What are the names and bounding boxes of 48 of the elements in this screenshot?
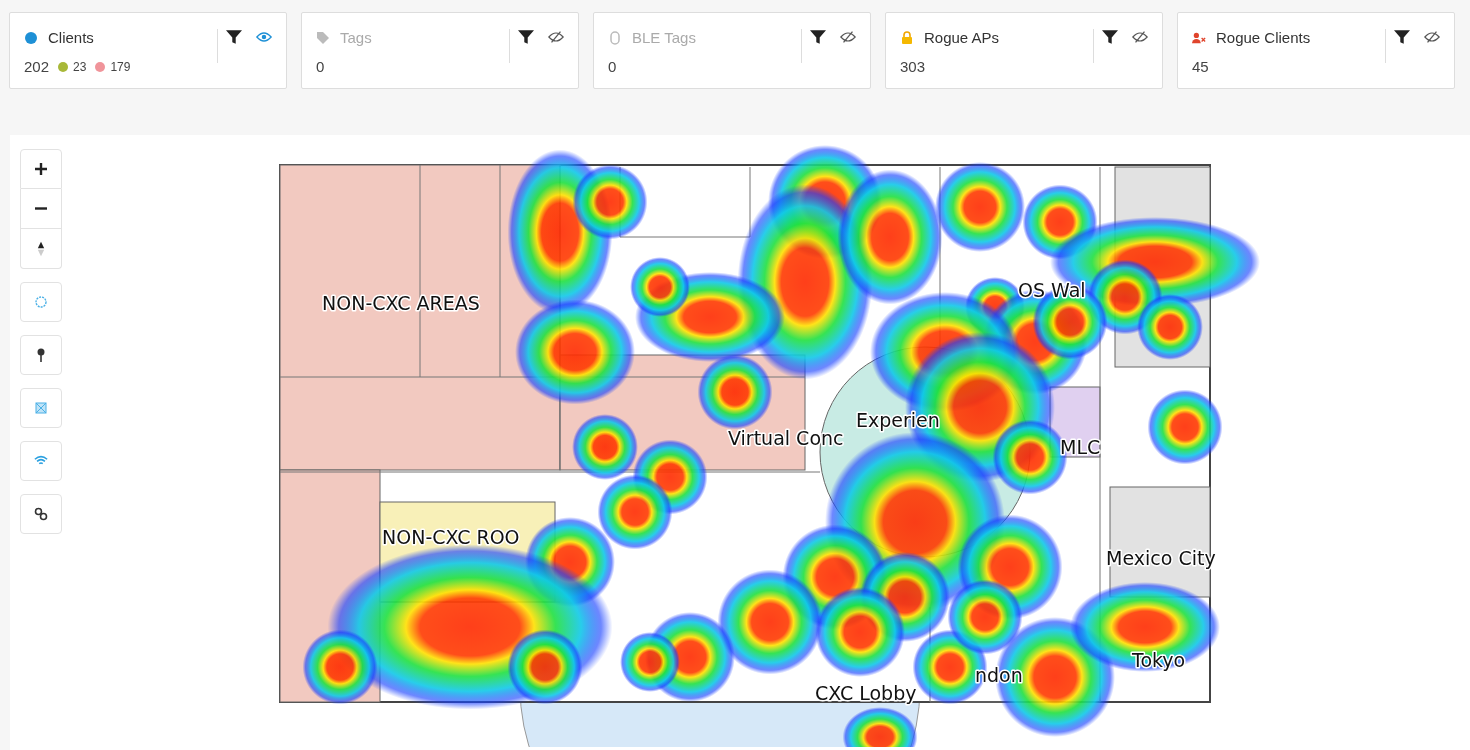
- layer-count: 202: [24, 58, 50, 75]
- room-label: Tokyo: [1132, 649, 1186, 671]
- tag-icon: [316, 30, 330, 45]
- layer-card[interactable]: Clients 202 23 179: [9, 12, 287, 89]
- filter-icon[interactable]: [226, 29, 242, 45]
- link-icon: [34, 506, 48, 522]
- dashed-circle-icon: [34, 294, 48, 310]
- layer-label: BLE Tags: [632, 29, 696, 46]
- filter-icon[interactable]: [1394, 29, 1410, 45]
- layer-card[interactable]: BLE Tags 0: [593, 12, 871, 89]
- bluetooth-icon: [608, 30, 622, 45]
- layer-count: 0: [316, 58, 325, 75]
- layer-label: Tags: [340, 29, 372, 46]
- lock-icon: [900, 30, 914, 45]
- link-button[interactable]: [20, 494, 62, 534]
- layer-label: Rogue APs: [924, 29, 1000, 46]
- plus-icon: [34, 161, 48, 177]
- room-label: MLC: [1060, 436, 1101, 458]
- filter-icon[interactable]: [1102, 29, 1118, 45]
- layer-count: 45: [1192, 58, 1209, 75]
- zoom-in-button[interactable]: [20, 149, 62, 189]
- room-label: Virtual Conc: [728, 427, 844, 449]
- eye-off-icon[interactable]: [840, 29, 856, 45]
- layer-card[interactable]: Rogue APs 303: [885, 12, 1163, 89]
- filter-icon[interactable]: [518, 29, 534, 45]
- room-label: NON-CXC AREAS: [322, 292, 480, 314]
- room-label: NON-CXC ROO: [382, 526, 520, 548]
- pin-button[interactable]: [20, 335, 62, 375]
- room-label: OS Wal: [1018, 279, 1086, 301]
- status-count: 23: [73, 59, 87, 74]
- zoom-out-button[interactable]: [20, 189, 62, 229]
- layer-label: Clients: [48, 29, 94, 46]
- minus-icon: [34, 207, 48, 210]
- filter-icon[interactable]: [810, 29, 826, 45]
- eye-icon[interactable]: [256, 29, 272, 45]
- eye-off-icon[interactable]: [548, 29, 564, 45]
- status-count: 179: [110, 59, 131, 74]
- layer-label: Rogue Clients: [1216, 29, 1311, 46]
- layer-card[interactable]: Tags 0: [301, 12, 579, 89]
- layer-count: 303: [900, 58, 926, 75]
- eye-off-icon[interactable]: [1424, 29, 1440, 45]
- user-cross-icon: [1192, 30, 1206, 45]
- room-label: CXC Lobby: [815, 682, 917, 704]
- eye-off-icon[interactable]: [1132, 29, 1148, 45]
- area-icon: [34, 400, 48, 416]
- dot-icon: [24, 30, 38, 45]
- layer-count: 0: [608, 58, 617, 75]
- layer-card[interactable]: Rogue Clients 45: [1177, 12, 1455, 89]
